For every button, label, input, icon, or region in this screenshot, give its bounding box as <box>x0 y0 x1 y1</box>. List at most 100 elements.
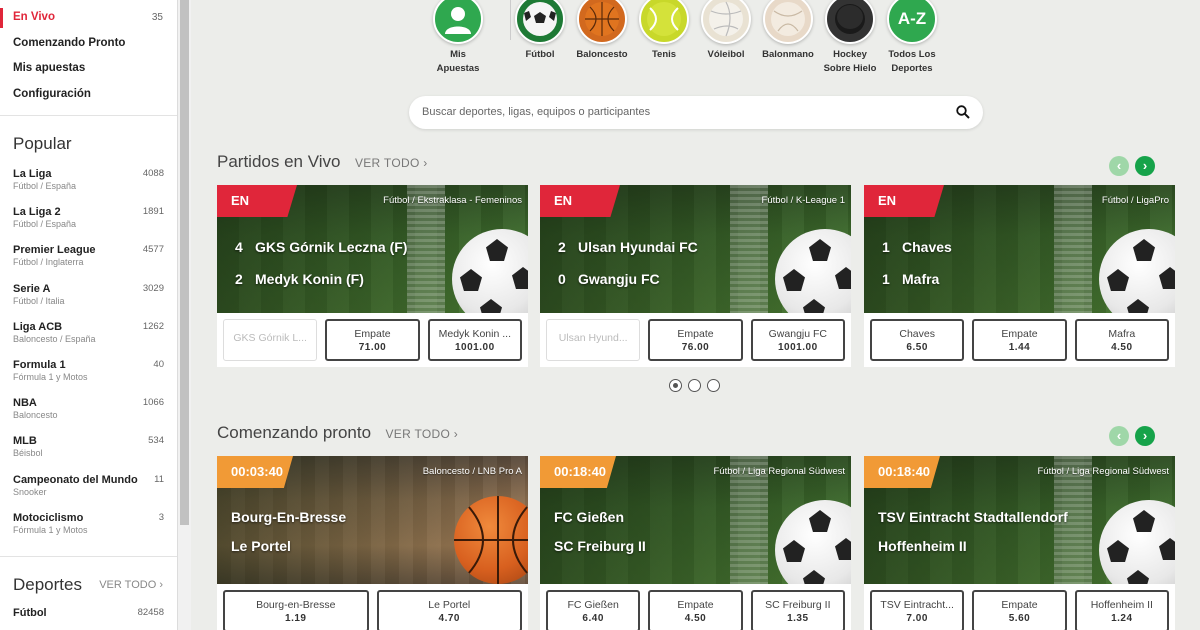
odds-button[interactable]: Hoffenheim II 1.24 <box>1074 590 1169 630</box>
odds-button[interactable]: Empate 5.60 <box>972 590 1067 630</box>
event-card[interactable]: 00:18:40 Fútbol / Liga Regional Südwest TS… <box>864 456 1175 630</box>
sidebar-item-comenzando-pronto[interactable]: Comenzando Pronto <box>0 31 177 57</box>
event-league: Fútbol / Liga Regional Südwest <box>1037 466 1170 477</box>
sport-shortcut[interactable]: Tenis <box>629 0 699 62</box>
sidebar-item-popular[interactable]: NBA Baloncesto 1066 <box>0 395 177 433</box>
carousel-prev-button[interactable]: ‹ <box>1109 156 1129 176</box>
odds-button[interactable]: Empate 1.44 <box>972 319 1067 361</box>
sport-shortcut[interactable]: Hockey Sobre Hielo <box>815 0 885 76</box>
event-card[interactable]: EN VIVOFútbol / LigaPro1Chaves1MafraChav… <box>864 185 1175 367</box>
search-icon[interactable] <box>956 105 970 119</box>
team-name: Chaves <box>902 239 952 255</box>
team-away: Hoffenheim II <box>878 538 967 554</box>
odds-label: SC Freiburg II <box>765 599 831 611</box>
scrollbar-thumb[interactable] <box>180 0 189 525</box>
event-league: Fútbol / Ekstraklasa - Femeninos <box>383 195 522 206</box>
sport-shortcut[interactable]: Fútbol <box>505 0 575 62</box>
sidebar-item-popular[interactable]: Motociclismo Fórmula 1 y Motos 3 <box>0 510 177 548</box>
league-count: 4577 <box>142 244 164 256</box>
sport-shortcut[interactable]: Vóleibol <box>691 0 761 62</box>
carousel-next-button[interactable]: › <box>1135 426 1155 446</box>
sidebar-item-popular[interactable]: Premier League Fútbol / Inglaterra 4577 <box>0 242 177 280</box>
sidebar-item-popular[interactable]: Liga ACB Baloncesto / España 1262 <box>0 319 177 357</box>
odds-label: GKS Górnik L... <box>233 332 307 344</box>
event-league: Fútbol / K-League 1 <box>761 195 845 206</box>
sidebar-item-popular[interactable]: MLB Béisbol 534 <box>0 433 177 471</box>
live-section-header: Partidos en Vivo VER TODO › <box>217 152 428 176</box>
carousel-prev-button[interactable]: ‹ <box>1109 426 1129 446</box>
basketball-icon <box>454 496 528 584</box>
sidebar-item-popular[interactable]: Campeonato del Mundo Snooker 11 <box>0 472 177 510</box>
odds-button[interactable]: Empate 76.00 <box>648 319 743 361</box>
team-home: 4 GKS Górnik Leczna (F) <box>235 239 407 255</box>
sidebar-item-popular[interactable]: Serie A Fútbol / Italia 3029 <box>0 281 177 319</box>
sidebar-item-configuracion[interactable]: Configuración <box>0 82 177 108</box>
carousel-pagination <box>669 379 729 393</box>
sport-shortcut[interactable]: A-Z Todos Los Deportes <box>877 0 947 76</box>
team-away: 0 Gwangju FC <box>558 271 660 287</box>
odds-button[interactable]: Chaves 6.50 <box>870 319 965 361</box>
league-category: Fútbol / España <box>13 181 77 191</box>
soccer-ball-icon <box>515 0 565 44</box>
sidebar-item-label: Mis apuestas <box>13 62 86 74</box>
event-image: EN VIVO Fútbol / LigaPro 1 Chaves 1 Mafra <box>864 185 1175 313</box>
odds-label: Medyk Konin ... <box>438 328 511 340</box>
countdown-badge: 00:18:40 <box>864 456 940 488</box>
odds-label: Chaves <box>899 328 935 340</box>
search-bar[interactable]: Buscar deportes, ligas, equipos o partic… <box>409 96 983 129</box>
sport-label: Hockey <box>833 49 867 60</box>
odds-value: 1.24 <box>1111 613 1133 624</box>
a-z-label: A-Z <box>897 9 927 28</box>
carousel-dot[interactable] <box>688 379 701 392</box>
event-image: 00:18:40 Fútbol / Liga Regional Südwest FC… <box>540 456 851 584</box>
odds-button[interactable]: Medyk Konin ... 1001.00 <box>427 319 522 361</box>
live-badge: EN VIVO <box>540 185 620 217</box>
section-title: Comenzando pronto <box>217 423 372 442</box>
odds-button: GKS Górnik L... <box>223 319 318 361</box>
sidebar-scrollbar[interactable] <box>178 0 191 630</box>
odds-button[interactable]: Empate 71.00 <box>325 319 420 361</box>
odds-button[interactable]: Bourg-en-Bresse 1.19 <box>223 590 369 630</box>
odds-value: 1.35 <box>787 613 809 624</box>
event-image: EN VIVO Fútbol / K-League 1 2 Ulsan Hyundai… <box>540 185 851 313</box>
sidebar-item-popular[interactable]: Formula 1 Fórmula 1 y Motos 40 <box>0 357 177 395</box>
odds-button[interactable]: Mafra 4.50 <box>1074 319 1169 361</box>
carousel-dot[interactable] <box>669 379 682 392</box>
odds-button[interactable]: SC Freiburg II 1.35 <box>750 590 845 630</box>
odds-button[interactable]: Le Portel 4.70 <box>376 590 522 630</box>
sidebar-item-mis-apuestas[interactable]: Mis apuestas <box>0 56 177 82</box>
odds-button[interactable]: Gwangju FC 1001.00 <box>750 319 845 361</box>
team-name: Bourg-En-Bresse <box>231 509 347 525</box>
sport-count: 82458 <box>137 606 164 618</box>
event-card[interactable]: 00:03:40 Baloncesto / LNB Pro A Bourg-En-B… <box>217 456 528 630</box>
sidebar-item-popular[interactable]: La Liga 2 Fútbol / España 1891 <box>0 204 177 242</box>
odds-label: Empate <box>677 328 714 340</box>
carousel-next-button[interactable]: › <box>1135 156 1155 176</box>
team-name: Hoffenheim II <box>878 538 967 554</box>
team-score: 4 <box>235 239 243 255</box>
sidebar-item-futbol[interactable]: Fútbol 82458 <box>0 605 177 630</box>
sidebar-item-count: 35 <box>151 12 163 23</box>
odds-button[interactable]: Empate 4.50 <box>648 590 743 630</box>
sidebar-item-label: Comenzando Pronto <box>13 36 126 49</box>
sport-shortcut[interactable]: Balonmano <box>753 0 823 62</box>
ver-todo-link[interactable]: VER TODO › <box>386 427 459 441</box>
league-count: 3 <box>158 511 164 523</box>
carousel-dot[interactable] <box>707 379 720 392</box>
event-card[interactable]: 00:18:40 Fútbol / Liga Regional Südwest FC… <box>540 456 851 630</box>
team-score: 2 <box>235 271 243 287</box>
search-input[interactable]: Buscar deportes, ligas, equipos o partic… <box>422 106 650 118</box>
odds-button[interactable]: TSV Eintracht... 7.00 <box>870 590 965 630</box>
sport-shortcut[interactable]: Baloncesto <box>567 0 637 62</box>
odds-button[interactable]: FC Gießen 6.40 <box>546 590 641 630</box>
sidebar-item-en-vivo[interactable]: En Vivo 35 <box>0 5 177 31</box>
sidebar-item-popular[interactable]: La Liga Fútbol / España 4088 <box>0 166 177 204</box>
sidebar: En Vivo 35 Comenzando Pronto Mis apuesta… <box>0 0 178 630</box>
ver-todo-link[interactable]: VER TODO › <box>355 156 428 170</box>
event-card[interactable]: EN VIVO Fútbol / Ekstraklasa - Femeninos 4… <box>217 185 528 367</box>
league-name: Campeonato del Mundo <box>13 473 138 486</box>
deportes-ver-todo-link[interactable]: VER TODO › <box>99 579 163 591</box>
team-score: 1 <box>882 239 890 255</box>
sport-shortcut[interactable]: Mis Apuestas <box>423 0 493 76</box>
event-card[interactable]: EN VIVO Fútbol / K-League 1 2 Ulsan Hyundai… <box>540 185 851 367</box>
